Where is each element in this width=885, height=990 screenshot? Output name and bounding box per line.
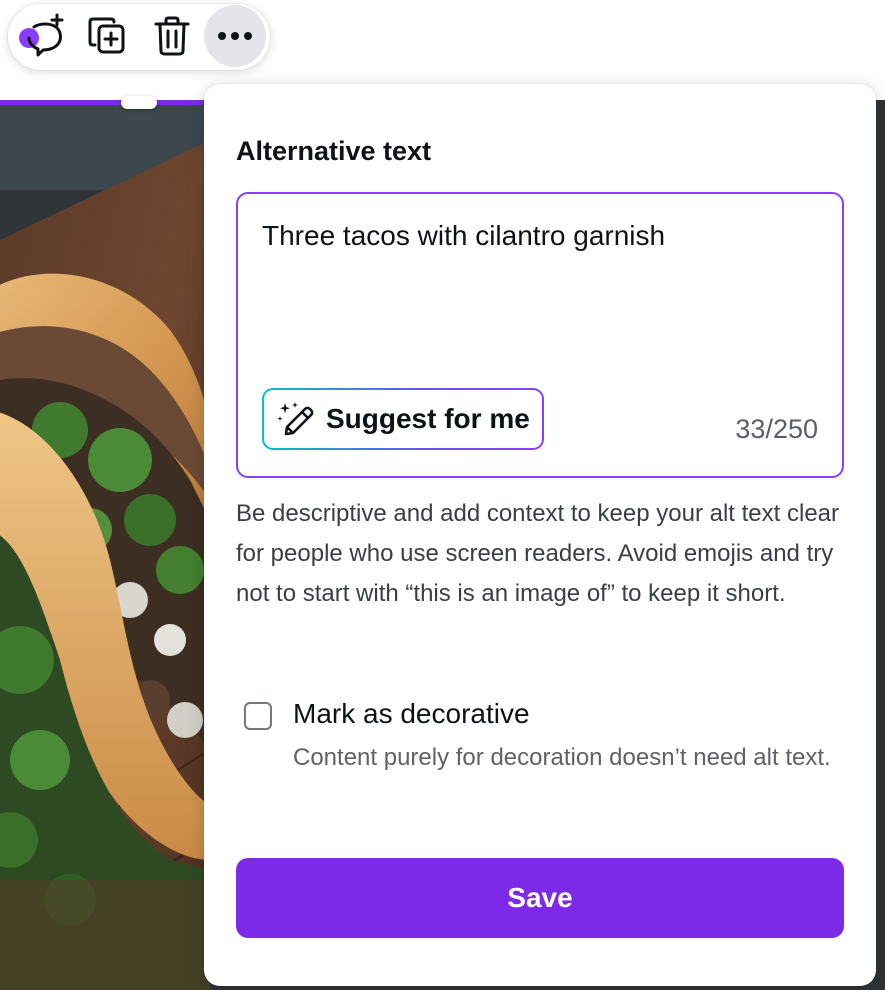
save-button[interactable]: Save xyxy=(236,858,844,938)
alt-text-helper: Be descriptive and add context to keep y… xyxy=(236,500,840,607)
add-comment-button[interactable] xyxy=(10,5,72,67)
magic-pencil-icon xyxy=(277,402,314,436)
alt-text-input[interactable] xyxy=(262,216,818,336)
duplicate-button[interactable] xyxy=(77,5,139,67)
trash-icon xyxy=(154,16,190,56)
element-toolbar xyxy=(8,4,270,70)
comment-add-icon xyxy=(19,13,64,57)
more-horizontal-icon xyxy=(218,32,252,40)
mark-decorative-option: Mark as decorative Content purely for de… xyxy=(244,696,844,816)
resize-handle[interactable] xyxy=(121,96,157,109)
mark-decorative-label[interactable]: Mark as decorative xyxy=(293,698,530,730)
duplicate-icon xyxy=(88,17,125,54)
mark-decorative-description: Content purely for decoration doesn’t ne… xyxy=(293,744,831,771)
alt-text-panel: Alternative text Suggest for me 33/250 B… xyxy=(204,84,876,986)
more-options-button[interactable] xyxy=(204,5,266,67)
character-count: 33/250 xyxy=(735,414,818,444)
suggest-for-me-button[interactable]: Suggest for me xyxy=(262,388,544,450)
mark-decorative-checkbox[interactable] xyxy=(244,702,272,730)
editor-canvas: Alternative text Suggest for me 33/250 B… xyxy=(0,0,885,990)
selection-border xyxy=(0,100,212,105)
delete-button[interactable] xyxy=(141,5,203,67)
alt-text-field[interactable]: Suggest for me 33/250 xyxy=(236,192,844,478)
suggest-for-me-label: Suggest for me xyxy=(326,403,530,434)
panel-title: Alternative text xyxy=(236,136,432,166)
